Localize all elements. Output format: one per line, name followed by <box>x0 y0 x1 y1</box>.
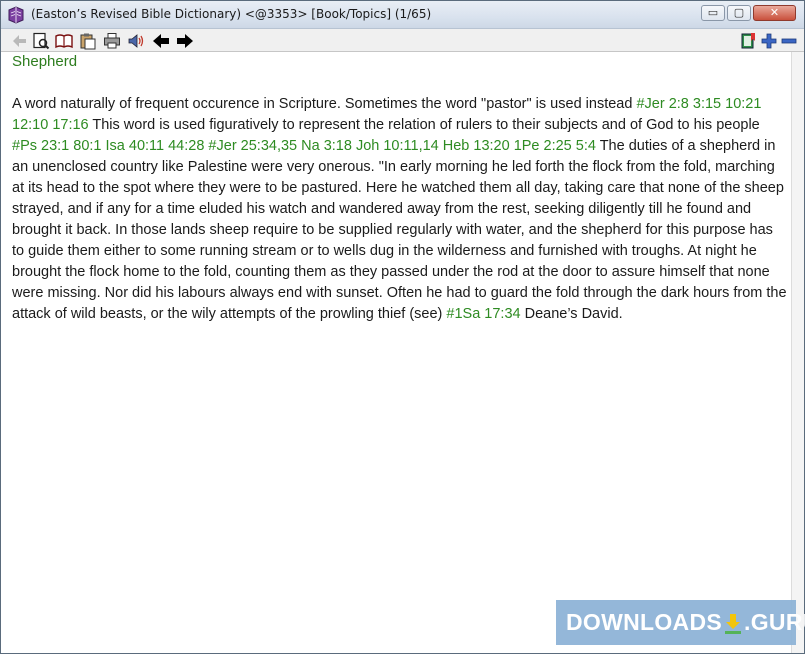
clipboard-icon[interactable] <box>79 32 97 50</box>
window-title: (Easton’s Revised Bible Dictionary) <@33… <box>31 7 432 21</box>
minimize-button[interactable]: ▭ <box>701 5 725 21</box>
body-text: The duties of a shepherd in an unenclose… <box>12 138 787 322</box>
toolbar <box>1 29 804 52</box>
entry-heading: Shepherd <box>12 53 78 70</box>
open-book-icon[interactable] <box>55 32 73 50</box>
app-window: (Easton’s Revised Bible Dictionary) <@33… <box>0 0 805 654</box>
watermark-left-text: DOWNLOADS <box>566 609 723 635</box>
body-text: Deane’s David. <box>520 306 623 322</box>
body-text: A word naturally of frequent occurence i… <box>12 96 637 112</box>
maximize-button[interactable]: ▢ <box>727 5 751 21</box>
title-bar[interactable]: (Easton’s Revised Bible Dictionary) <@33… <box>1 1 804 29</box>
zoom-in-icon[interactable] <box>760 32 778 50</box>
speaker-icon[interactable] <box>127 32 145 50</box>
next-arrow-icon[interactable] <box>176 32 194 50</box>
download-arrow-icon <box>725 613 742 634</box>
bible-app-icon <box>8 6 24 24</box>
back-arrow-icon[interactable] <box>10 32 28 50</box>
downloads-guru-watermark: DOWNLOADS .GURU <box>556 600 805 645</box>
entry-body: A word naturally of frequent occurence i… <box>12 94 787 325</box>
zoom-out-icon[interactable] <box>780 32 798 50</box>
close-button[interactable]: ✕ <box>753 5 796 21</box>
watermark-right-text: .GURU <box>744 609 805 635</box>
body-text: This word is used figuratively to repres… <box>88 117 760 133</box>
prev-arrow-icon[interactable] <box>152 32 170 50</box>
scripture-reference-link[interactable]: #Ps 23:1 80:1 Isa 40:11 44:28 #Jer 25:34… <box>12 138 596 154</box>
preview-icon[interactable] <box>32 32 50 50</box>
vertical-scrollbar[interactable] <box>791 52 804 653</box>
bookmark-icon[interactable] <box>739 32 757 50</box>
scripture-reference-link[interactable]: #1Sa 17:34 <box>446 306 520 322</box>
print-icon[interactable] <box>103 32 121 50</box>
